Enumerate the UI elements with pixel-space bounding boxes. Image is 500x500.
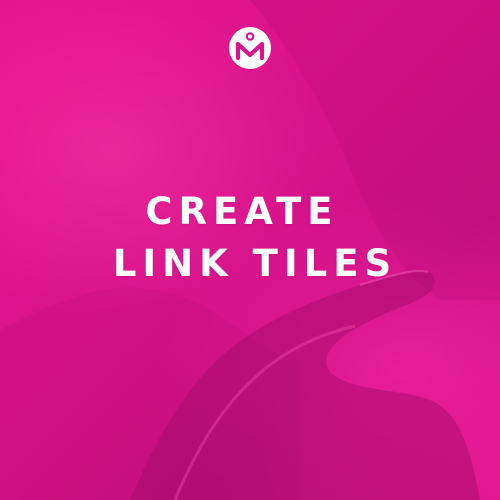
promo-tile: CREATE LINK TILES [0,0,500,500]
brand-logo-icon [229,27,271,69]
headline-line-1: CREATE [145,190,339,233]
headline: CREATE LINK TILES [0,186,500,290]
headline-line-2: LINK TILES [112,242,398,285]
